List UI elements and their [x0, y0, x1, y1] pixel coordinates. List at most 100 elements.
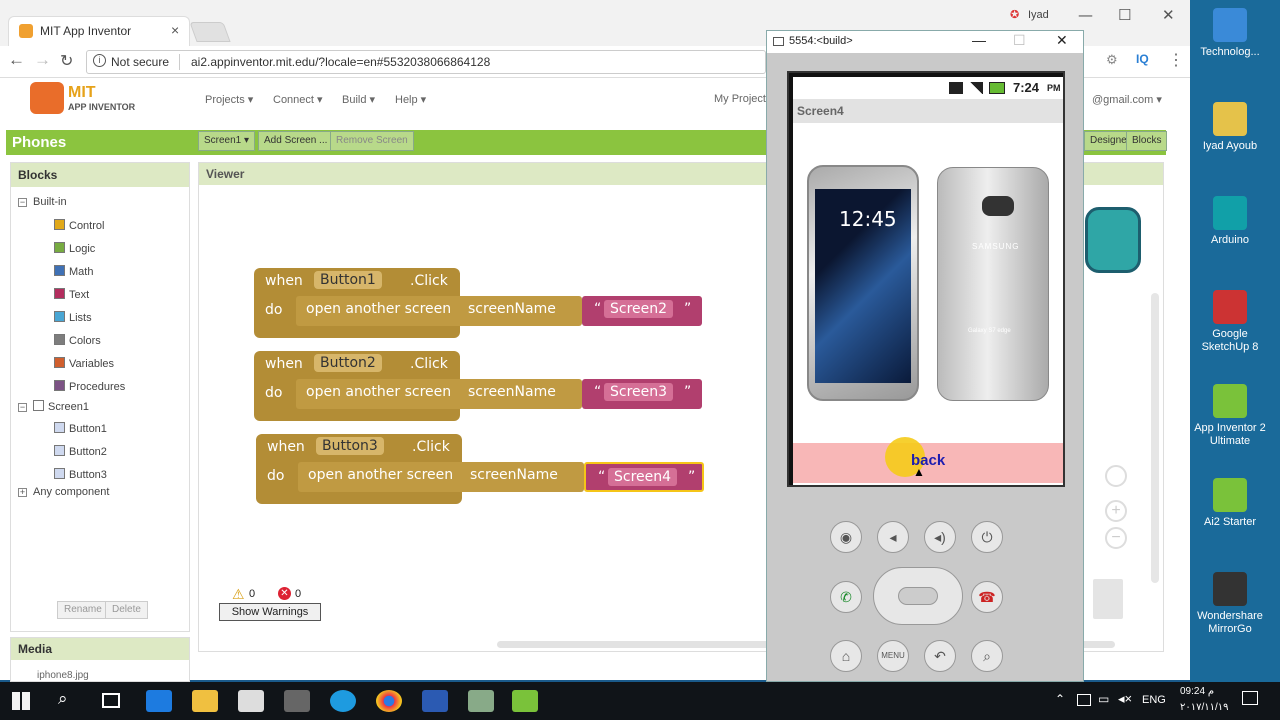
tree-control[interactable]: Control: [54, 219, 104, 232]
dpad-center[interactable]: [898, 587, 938, 605]
text-string-block[interactable]: “Screen4 ”: [584, 462, 704, 492]
new-tab-button[interactable]: [189, 22, 231, 42]
vertical-scrollbar[interactable]: [1151, 293, 1159, 583]
edge-icon[interactable]: [146, 690, 172, 712]
extension-icon[interactable]: ⚙: [1106, 52, 1118, 68]
my-projects-link[interactable]: My Projects: [714, 93, 771, 105]
menu-projects[interactable]: Projects ▾: [205, 93, 253, 106]
remove-screen-button[interactable]: Remove Screen: [330, 131, 414, 151]
volume-tray-icon[interactable]: ◂×: [1118, 691, 1132, 707]
open-another-screen-block[interactable]: open another screen screenName: [298, 462, 584, 492]
text-string-block[interactable]: “Screen2 ”: [582, 296, 702, 326]
start-button-icon[interactable]: [12, 692, 30, 710]
component-dropdown[interactable]: Button1: [314, 271, 382, 289]
maximize-button[interactable]: ☐: [1118, 6, 1131, 24]
desktop-shortcut[interactable]: Ai2 Starter: [1190, 478, 1270, 529]
power-key[interactable]: ⏻: [971, 521, 1003, 553]
text-string-block[interactable]: “Screen3 ”: [582, 379, 702, 409]
back-button[interactable]: back ▲: [793, 437, 1063, 483]
menu-key[interactable]: MENU: [877, 640, 909, 672]
zoom-in-icon[interactable]: +: [1105, 500, 1127, 522]
emulator-minimize-button[interactable]: —: [972, 32, 986, 48]
add-screen-button[interactable]: Add Screen ...: [258, 131, 334, 151]
account-menu[interactable]: @gmail.com ▾: [1092, 93, 1162, 106]
url-text[interactable]: ai2.appinventor.mit.edu/?locale=en#55320…: [191, 55, 490, 69]
skype-icon[interactable]: [330, 690, 356, 712]
tree-button2[interactable]: Button2: [54, 445, 107, 458]
desktop-shortcut[interactable]: Arduino: [1190, 196, 1270, 247]
tab-close-icon[interactable]: ×: [171, 22, 179, 38]
chrome-icon[interactable]: [376, 690, 402, 712]
tree-variables[interactable]: Variables: [54, 357, 114, 370]
clock-time[interactable]: 09:24 م: [1180, 686, 1214, 697]
reload-icon[interactable]: ↻: [60, 51, 73, 71]
browser-menu-icon[interactable]: ⋮: [1168, 50, 1184, 70]
expand-icon[interactable]: +: [18, 488, 27, 497]
forward-arrow-icon[interactable]: →: [34, 50, 51, 70]
rename-button[interactable]: Rename: [57, 601, 109, 619]
call-key[interactable]: ✆: [830, 581, 862, 613]
search-icon[interactable]: ⌕: [58, 689, 68, 709]
tree-procedures[interactable]: Procedures: [54, 380, 125, 393]
task-view-icon[interactable]: [102, 693, 120, 708]
user-label[interactable]: Iyad: [1028, 9, 1049, 21]
show-warnings-button[interactable]: Show Warnings: [219, 603, 321, 621]
user-profile-icon[interactable]: ✪: [1010, 8, 1019, 21]
open-another-screen-block[interactable]: open another screen screenName: [296, 296, 582, 326]
battery-tray-icon[interactable]: ▭: [1098, 692, 1109, 706]
desktop-shortcut[interactable]: Wondershare MirrorGo: [1190, 572, 1270, 636]
menu-connect[interactable]: Connect ▾: [273, 93, 323, 106]
tree-text[interactable]: Text: [54, 288, 89, 301]
url-field[interactable]: i Not secure ai2.appinventor.mit.edu/?lo…: [86, 50, 766, 74]
delete-button[interactable]: Delete: [105, 601, 148, 619]
word-icon[interactable]: [422, 690, 448, 712]
clock-date[interactable]: ٢٠١٧/١١/١٩: [1180, 702, 1229, 713]
menu-help[interactable]: Help ▾: [395, 93, 426, 106]
string-value[interactable]: Screen2: [604, 300, 674, 318]
screen-select[interactable]: Screen1 ▾: [198, 131, 256, 151]
emulator-maximize-button[interactable]: ☐: [1013, 32, 1026, 49]
back-key[interactable]: ↶: [924, 640, 956, 672]
menu-build[interactable]: Build ▾: [342, 93, 375, 106]
close-button[interactable]: ✕: [1162, 6, 1175, 24]
tree-button1[interactable]: Button1: [54, 422, 107, 435]
mail-icon[interactable]: [284, 690, 310, 712]
blocks-button[interactable]: Blocks: [1126, 131, 1168, 151]
trash-icon[interactable]: [1093, 579, 1123, 619]
back-arrow-icon[interactable]: ←: [8, 50, 25, 70]
search-key[interactable]: ⌕: [971, 640, 1003, 672]
open-another-screen-block[interactable]: open another screen screenName: [296, 379, 582, 409]
app-icon[interactable]: [468, 690, 494, 712]
desktop-shortcut[interactable]: App Inventor 2 Ultimate: [1190, 384, 1270, 448]
tree-lists[interactable]: Lists: [54, 311, 92, 324]
minimize-button[interactable]: —: [1078, 6, 1093, 24]
zoom-out-icon[interactable]: −: [1105, 527, 1127, 549]
recenter-icon[interactable]: [1105, 465, 1127, 487]
desktop-shortcut[interactable]: Technolog...: [1190, 8, 1270, 59]
tree-colors[interactable]: Colors: [54, 334, 101, 347]
tree-logic[interactable]: Logic: [54, 242, 95, 255]
iq-extension-icon[interactable]: IQ: [1136, 52, 1149, 66]
file-explorer-icon[interactable]: [192, 690, 218, 712]
component-dropdown[interactable]: Button3: [316, 437, 384, 455]
desktop-shortcut[interactable]: Google SketchUp 8: [1190, 290, 1270, 354]
collapse-icon[interactable]: −: [18, 198, 27, 207]
android-emulator-icon[interactable]: [512, 690, 538, 712]
emulator-close-button[interactable]: ✕: [1056, 32, 1068, 49]
tree-button3[interactable]: Button3: [54, 468, 107, 481]
media-file[interactable]: iphone8.jpg: [37, 670, 89, 681]
browser-tab[interactable]: MIT App Inventor ×: [8, 16, 190, 46]
collapse-icon[interactable]: −: [18, 403, 27, 412]
language-indicator[interactable]: ENG: [1142, 694, 1166, 706]
home-key[interactable]: ⌂: [830, 640, 862, 672]
desktop-shortcut[interactable]: Iyad Ayoub: [1190, 102, 1270, 153]
tree-builtin[interactable]: − Built-in: [18, 196, 67, 208]
string-value[interactable]: Screen4: [608, 468, 678, 486]
app-inventor-logo-icon[interactable]: [30, 82, 64, 114]
info-icon[interactable]: i: [93, 54, 106, 67]
tree-screen1[interactable]: − Screen1: [18, 400, 89, 413]
network-tray-icon[interactable]: [1077, 694, 1091, 706]
tree-any-component[interactable]: + Any component: [18, 486, 109, 498]
dpad[interactable]: [873, 567, 963, 625]
string-value[interactable]: Screen3: [604, 383, 674, 401]
